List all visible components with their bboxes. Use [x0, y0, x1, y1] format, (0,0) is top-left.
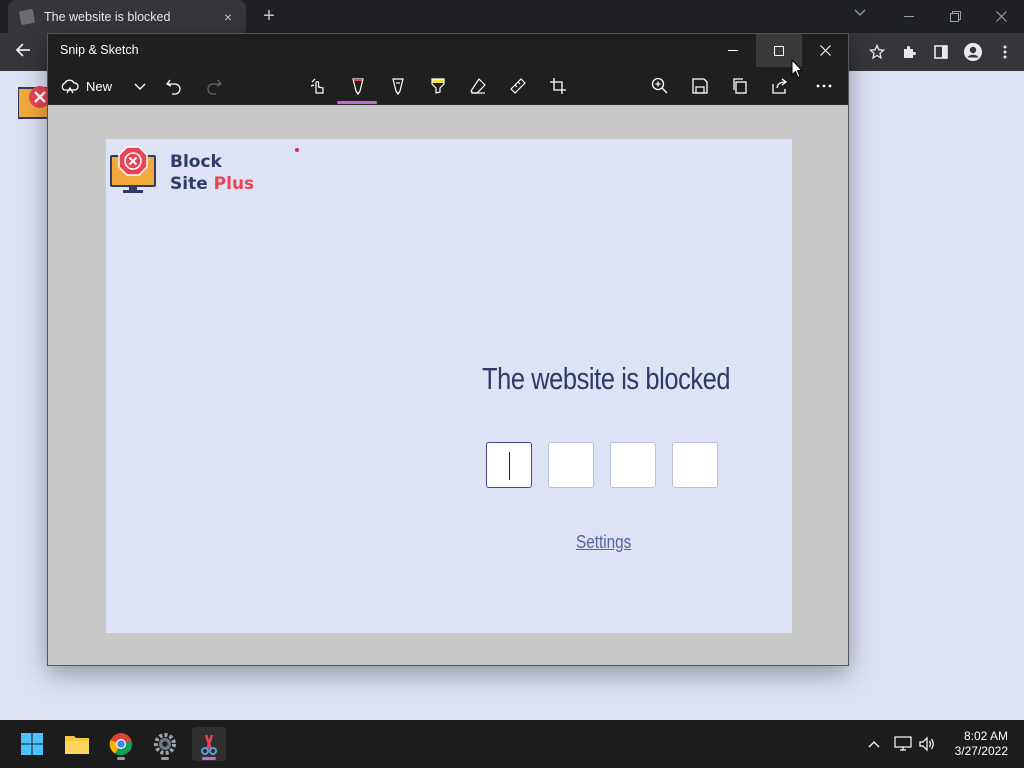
settings-link[interactable]: Settings — [576, 532, 631, 553]
show-hidden-icons-chevron-icon[interactable] — [864, 740, 884, 748]
pin-digit-1[interactable] — [486, 442, 532, 488]
pin-digit-4[interactable] — [672, 442, 718, 488]
extensions-puzzle-icon[interactable] — [896, 39, 922, 65]
network-icon[interactable] — [890, 736, 916, 752]
snip-minimize-button[interactable] — [710, 34, 756, 67]
mouse-cursor-icon — [791, 58, 804, 79]
windows-taskbar: 8:02 AM 3/27/2022 — [0, 720, 1024, 768]
highlighter-icon[interactable] — [428, 72, 448, 100]
crop-icon[interactable] — [548, 72, 568, 100]
bookmark-star-icon[interactable] — [864, 39, 890, 65]
new-label: New — [86, 78, 113, 94]
running-indicator — [117, 757, 125, 760]
captured-snip-image[interactable]: Block Site Plus The website is blocked S… — [106, 139, 792, 633]
back-arrow-icon[interactable] — [10, 39, 36, 65]
browser-toolbar-actions — [864, 39, 1018, 65]
pin-digit-2[interactable] — [548, 442, 594, 488]
file-explorer-icon[interactable] — [60, 727, 94, 761]
tab-search-chevron-icon[interactable] — [854, 6, 866, 20]
system-tray — [864, 720, 938, 768]
start-windows-icon[interactable] — [15, 727, 49, 761]
ballpoint-pen-icon[interactable] — [348, 72, 368, 100]
new-options-chevron-icon[interactable] — [130, 72, 150, 100]
copy-icon[interactable] — [730, 72, 750, 100]
browser-tab[interactable]: The website is blocked × — [8, 0, 246, 33]
browser-tab-title: The website is blocked — [44, 9, 171, 24]
volume-icon[interactable] — [916, 736, 938, 752]
settings-gear-icon[interactable] — [148, 727, 182, 761]
system-clock[interactable]: 8:02 AM 3/27/2022 — [955, 729, 1008, 759]
pin-digit-3[interactable] — [610, 442, 656, 488]
blocked-heading: The website is blocked — [482, 361, 731, 396]
ink-dot — [295, 148, 299, 152]
new-tab-button[interactable]: + — [258, 6, 280, 28]
profile-avatar-icon[interactable] — [960, 39, 986, 65]
brand-line-1: Block — [170, 152, 222, 172]
browser-minimize-button[interactable] — [886, 0, 932, 33]
running-indicator — [161, 757, 169, 760]
share-icon[interactable] — [770, 72, 790, 100]
snip-sketch-taskbar-icon[interactable] — [192, 727, 226, 761]
browser-menu-icon[interactable] — [992, 39, 1018, 65]
snip-toolbar: New — [48, 67, 848, 105]
site-favicon-icon — [18, 8, 36, 25]
new-snip-button[interactable]: New — [60, 72, 112, 100]
undo-icon[interactable] — [164, 72, 184, 100]
close-tab-icon[interactable]: × — [220, 9, 236, 25]
clock-date: 3/27/2022 — [954, 744, 1008, 758]
touch-writing-icon[interactable] — [308, 72, 328, 100]
zoom-icon[interactable] — [650, 72, 670, 100]
eraser-icon[interactable] — [468, 72, 488, 100]
more-options-icon[interactable] — [814, 72, 834, 100]
browser-close-button[interactable] — [978, 0, 1024, 33]
side-panel-icon[interactable] — [928, 39, 954, 65]
brand-line-2: Site Plus — [170, 173, 254, 195]
browser-window-controls — [886, 0, 1024, 33]
browser-restore-button[interactable] — [932, 0, 978, 33]
pencil-icon[interactable] — [388, 72, 408, 100]
selected-tool-indicator — [337, 101, 377, 104]
blocksite-logo-icon — [109, 146, 159, 194]
redo-icon — [204, 72, 224, 100]
browser-tab-strip: The website is blocked × + — [0, 0, 1024, 33]
clock-time: 8:02 AM — [963, 729, 1008, 743]
ruler-icon[interactable] — [508, 72, 528, 100]
snip-titlebar: Snip & Sketch — [48, 34, 848, 67]
snip-window-controls — [710, 34, 848, 67]
snip-window-title: Snip & Sketch — [60, 43, 139, 57]
active-indicator — [202, 757, 216, 760]
snip-and-sketch-window: Snip & Sketch New Block Site Plus The we… — [47, 33, 849, 666]
brand-plus: Plus — [213, 174, 255, 194]
blocksite-brand-name: Block Site Plus — [170, 151, 254, 195]
new-snip-icon — [61, 79, 79, 94]
pin-input-row — [486, 442, 718, 488]
brand-site: Site — [170, 174, 214, 194]
save-icon[interactable] — [690, 72, 710, 100]
snip-close-button[interactable] — [802, 34, 848, 67]
chrome-browser-icon[interactable] — [104, 727, 138, 761]
